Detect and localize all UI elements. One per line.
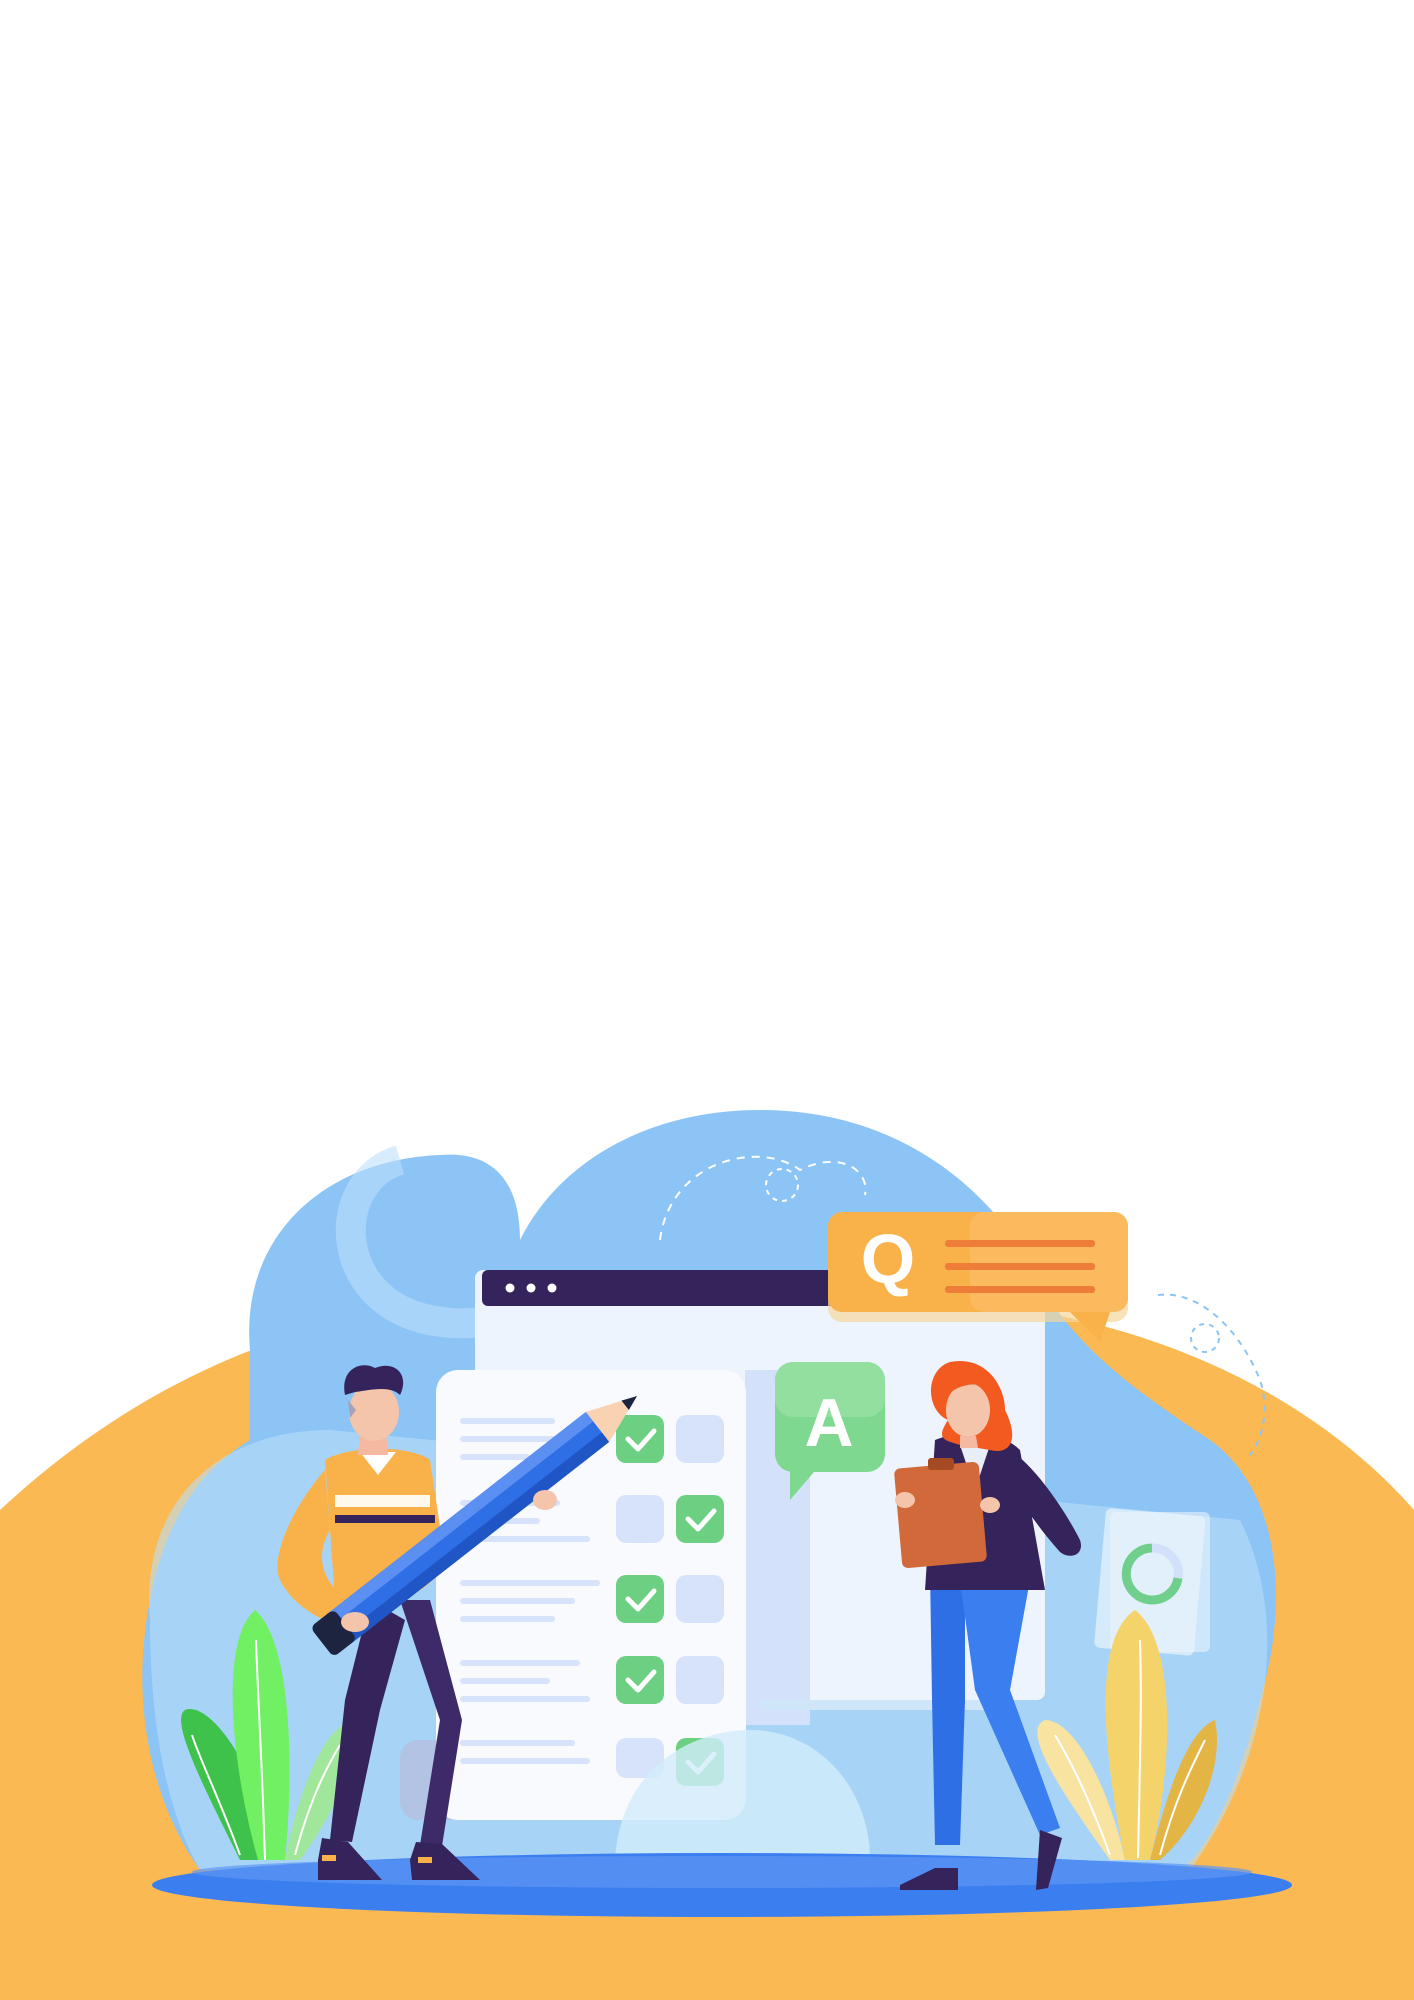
checkbox-empty <box>676 1415 724 1463</box>
checkbox-checked <box>676 1495 724 1543</box>
checkbox-checked <box>616 1575 664 1623</box>
checkbox-checked <box>616 1656 664 1704</box>
survey-illustration: Q A <box>0 1110 1414 2000</box>
dashed-circle-right <box>1190 1323 1220 1353</box>
question-line <box>945 1240 1095 1247</box>
window-dot-3 <box>547 1283 557 1293</box>
clipboard-icon <box>894 1461 987 1568</box>
question-line <box>945 1286 1095 1293</box>
checkbox-checked <box>616 1415 664 1463</box>
question-letter: Q <box>861 1220 915 1298</box>
window-dot-2 <box>526 1283 536 1293</box>
checkbox-empty <box>676 1656 724 1704</box>
checkbox-empty <box>616 1495 664 1543</box>
window-dot-1 <box>505 1283 515 1293</box>
question-line <box>945 1263 1095 1270</box>
answer-letter: A <box>804 1385 853 1461</box>
checkbox-empty <box>676 1575 724 1623</box>
